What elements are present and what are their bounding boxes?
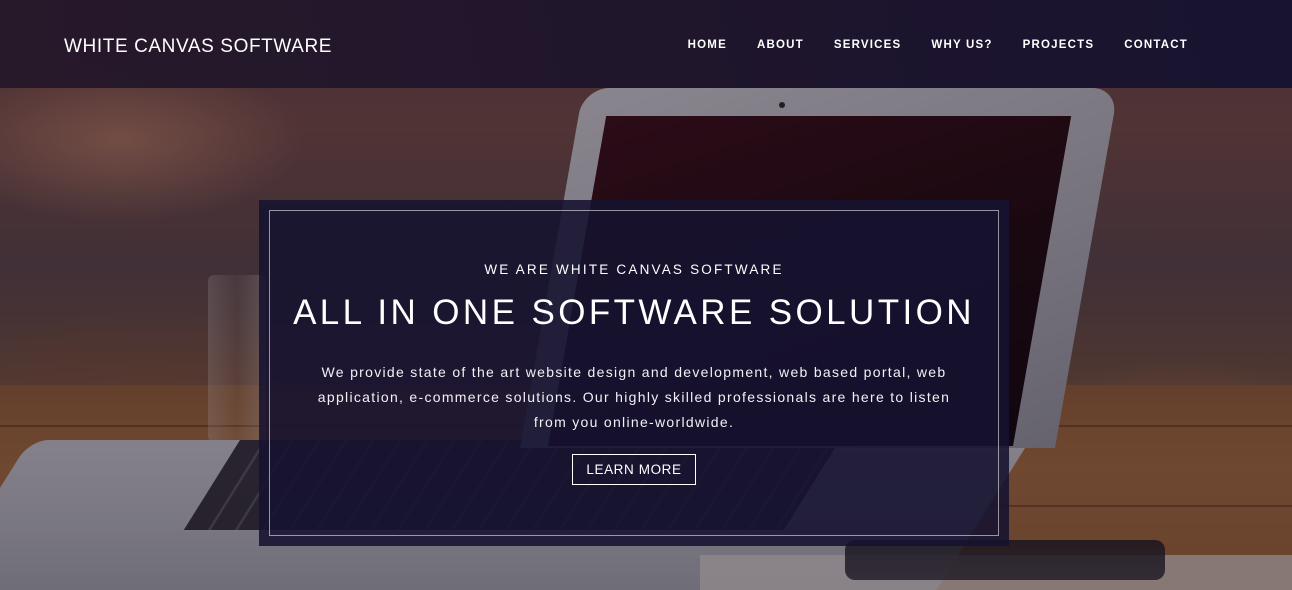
hero-eyebrow: WE ARE WHITE CANVAS SOFTWARE [484, 262, 784, 277]
hero-description: We provide state of the art website desi… [317, 364, 951, 430]
site-brand[interactable]: WHITE CANVAS SOFTWARE [64, 36, 332, 58]
nav-item-home[interactable]: HOME [688, 39, 727, 52]
nav-item-projects[interactable]: PROJECTS [1023, 39, 1095, 52]
page: WHITE CANVAS SOFTWARE HOME ABOUT SERVICE… [0, 0, 1292, 590]
nav-item-why-us[interactable]: WHY US? [931, 39, 992, 52]
site-header: WHITE CANVAS SOFTWARE HOME ABOUT SERVICE… [0, 0, 1292, 88]
hero-title: ALL IN ONE SOFTWARE SOLUTION [293, 293, 975, 332]
nav-item-about[interactable]: ABOUT [757, 39, 804, 52]
nav-item-contact[interactable]: CONTACT [1124, 39, 1188, 52]
nav-item-services[interactable]: SERVICES [834, 39, 902, 52]
main-nav: HOME ABOUT SERVICES WHY US? PROJECTS CON… [688, 39, 1188, 52]
learn-more-button[interactable]: LEARN MORE [572, 454, 696, 485]
hero-card: WE ARE WHITE CANVAS SOFTWARE ALL IN ONE … [259, 200, 1009, 546]
